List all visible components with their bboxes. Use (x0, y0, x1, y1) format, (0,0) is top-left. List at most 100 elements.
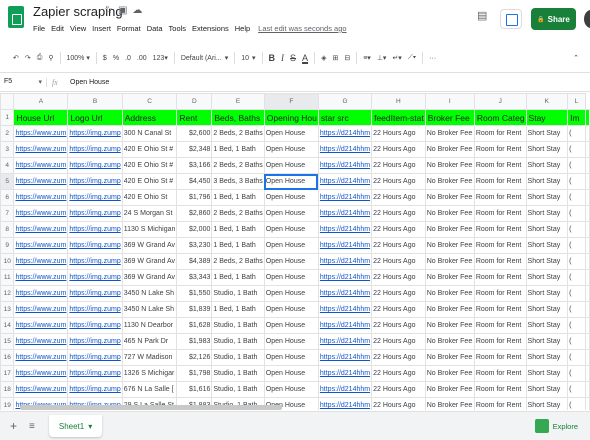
cell[interactable]: https://img.zump (67, 349, 123, 366)
cell[interactable]: 22 Hours Ago (371, 365, 426, 382)
row-header[interactable]: 4 (0, 157, 15, 174)
cell[interactable]: Short Stay (525, 125, 569, 142)
currency-format-button[interactable]: $ (100, 55, 110, 62)
cell[interactable]: Room for Rent (473, 397, 527, 410)
cell[interactable]: Room for Rent (473, 365, 527, 382)
strikethrough-button[interactable]: S (287, 53, 299, 63)
cell[interactable]: 22 Hours Ago (371, 125, 426, 142)
cell[interactable]: star src (317, 109, 373, 126)
cell[interactable]: https://d214hhm (317, 253, 373, 270)
horizontal-align-icon[interactable]: ≡▾ (360, 54, 374, 62)
cell[interactable]: No Broker Fee (424, 125, 475, 142)
cell[interactable]: $1,839 (176, 301, 213, 318)
cell[interactable]: Open House (263, 365, 319, 382)
cell[interactable]: Short Stay (525, 205, 569, 222)
move-folder-icon[interactable]: ▣ (118, 5, 127, 16)
cell[interactable]: No Broker Fee (424, 189, 475, 206)
cell[interactable]: Address (121, 109, 178, 126)
cell[interactable]: https://img.zump (67, 253, 123, 270)
cell[interactable]: https://d214hhm (317, 301, 373, 318)
font-select[interactable]: Default (Ari... ▾ (178, 54, 231, 63)
cell[interactable]: $1,628 (176, 317, 213, 334)
row-header[interactable]: 2 (0, 125, 15, 142)
meet-present-button[interactable] (500, 9, 522, 29)
column-header-f[interactable]: F (263, 93, 319, 110)
cell[interactable]: No Broker Fee (424, 157, 475, 174)
cell[interactable]: $4,389 (176, 253, 213, 270)
cell[interactable]: Broker Fee (424, 109, 475, 126)
cell[interactable]: 420 E Ohio St # (121, 157, 178, 174)
cell[interactable]: Short Stay (525, 285, 569, 302)
menu-item-file[interactable]: File (33, 24, 45, 33)
cell[interactable]: 22 Hours Ago (371, 253, 426, 270)
cell[interactable]: https://www.zum (13, 221, 69, 238)
cell[interactable]: 2 Beds, 2 Baths (211, 253, 265, 270)
column-header-g[interactable]: G (317, 93, 373, 110)
cell[interactable]: 22 Hours Ago (371, 397, 426, 410)
cell[interactable]: 2 Beds, 2 Baths (211, 157, 265, 174)
cell[interactable]: 1130 N Dearbor (121, 317, 178, 334)
cell[interactable]: https://d214hhm (317, 157, 373, 174)
explore-button[interactable]: Explore (534, 419, 578, 433)
cell[interactable]: Im (567, 109, 586, 126)
cell[interactable]: ( (567, 237, 586, 254)
cell[interactable]: 22 Hours Ago (371, 301, 426, 318)
cell[interactable]: No Broker Fee (424, 205, 475, 222)
cell[interactable] (585, 301, 590, 318)
cell[interactable]: 369 W Grand Av (121, 269, 178, 286)
cell[interactable]: Open House (263, 189, 319, 206)
cell[interactable]: Open House (263, 317, 319, 334)
cell[interactable]: Room for Rent (473, 205, 527, 222)
cell[interactable]: Open House (263, 221, 319, 238)
cell[interactable]: https://www.zum (13, 317, 69, 334)
cell[interactable] (585, 237, 590, 254)
cell[interactable] (585, 221, 590, 238)
tab-sheet1[interactable]: Sheet1 ▾ (48, 415, 103, 437)
all-sheets-icon[interactable]: ≡ (29, 421, 35, 432)
cell[interactable]: Room for Rent (473, 269, 527, 286)
cell[interactable]: https://img.zump (67, 381, 123, 398)
cell[interactable]: No Broker Fee (424, 365, 475, 382)
row-header[interactable]: 8 (0, 221, 15, 238)
cell[interactable]: Open House (263, 285, 319, 302)
cell[interactable]: https://www.zum (13, 205, 69, 222)
cell[interactable]: 22 Hours Ago (371, 285, 426, 302)
cell[interactable]: Room for Rent (473, 189, 527, 206)
horizontal-scrollbar[interactable] (20, 405, 282, 410)
cell[interactable]: https://img.zump (67, 333, 123, 350)
cell[interactable]: 22 Hours Ago (371, 333, 426, 350)
cell[interactable]: ( (567, 125, 586, 142)
cell[interactable]: Room for Rent (473, 125, 527, 142)
cell[interactable]: https://www.zum (13, 365, 69, 382)
cell[interactable]: $2,000 (176, 221, 213, 238)
menu-item-insert[interactable]: Insert (92, 24, 111, 33)
menu-item-view[interactable]: View (70, 24, 86, 33)
cell[interactable] (585, 317, 590, 334)
cell[interactable]: Open House (263, 301, 319, 318)
cell[interactable]: Rent (176, 109, 213, 126)
cell[interactable]: ( (567, 253, 586, 270)
cell[interactable]: https://www.zum (13, 173, 69, 190)
cell[interactable]: https://img.zump (67, 269, 123, 286)
cell[interactable]: $2,860 (176, 205, 213, 222)
cell[interactable]: Logo Url (67, 109, 123, 126)
cell[interactable]: 22 Hours Ago (371, 189, 426, 206)
column-header-j[interactable]: J (473, 93, 527, 110)
cell[interactable]: $3,343 (176, 269, 213, 286)
row-header[interactable]: 12 (0, 285, 15, 302)
cell[interactable]: Room Categ (473, 109, 527, 126)
cell[interactable]: https://d214hhm (317, 173, 373, 190)
row-header[interactable]: 10 (0, 253, 15, 270)
cell[interactable]: No Broker Fee (424, 237, 475, 254)
cell[interactable] (585, 125, 590, 142)
cell[interactable]: ( (567, 205, 586, 222)
cell[interactable]: House Url (13, 109, 69, 126)
cell[interactable] (585, 285, 590, 302)
cell[interactable]: Studio, 1 Bath (211, 381, 265, 398)
cell[interactable]: Room for Rent (473, 333, 527, 350)
cell[interactable] (585, 365, 590, 382)
add-sheet-icon[interactable]: + (10, 419, 17, 433)
column-header-l[interactable]: L (567, 93, 586, 110)
cell[interactable]: No Broker Fee (424, 397, 475, 410)
cell[interactable]: https://img.zump (67, 285, 123, 302)
